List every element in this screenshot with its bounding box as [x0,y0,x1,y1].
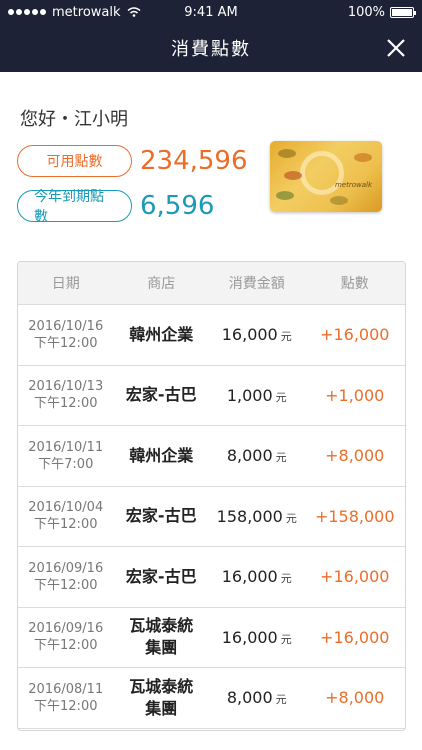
table-row[interactable]: 2016/10/13 下午12:00 宏家-古巴 1,000 元 +1,000 [18,366,405,426]
row-store: 宏家-古巴 [114,505,210,527]
header-date: 日期 [51,276,80,292]
row-amount-value: 16,000 [221,325,278,345]
row-date-day: 2016/09/16 [28,560,104,576]
nav-bar: 消費點數 [0,24,422,72]
table-row[interactable]: 2016/10/04 下午12:00 宏家-古巴 158,000 元 +158,000 [18,487,405,547]
table-row[interactable]: 2016/09/16 下午12:00 宏家-古巴 16,000 元 +16,000 [18,547,405,608]
row-date: 2016/10/04 下午12:00 [18,499,114,533]
points-history-table: 日期 商店 消費金額 點數 2016/10/16 下午12:00 韓州企業 16,00… [17,261,406,731]
row-points: +16,000 [320,627,390,647]
row-amount-unit: 元 [275,451,287,465]
member-card-image: metrowalk [270,141,382,212]
row-store: 瓦城泰統 集團 [114,676,210,720]
row-amount-unit: 元 [280,572,292,586]
row-date-day: 2016/08/11 [28,681,104,697]
row-store: 瓦城泰統 集團 [114,615,210,659]
header-amount: 消費金額 [228,276,285,292]
row-date: 2016/10/11 下午7:00 [18,439,114,473]
row-amount-unit: 元 [280,330,292,344]
row-date-day: 2016/10/16 [28,318,104,334]
row-points: +158,000 [314,506,395,526]
battery-percent: 100% [347,4,385,20]
available-points-value: 234,596 [140,146,248,176]
row-points: +8,000 [325,688,385,708]
expiring-points-value: 6,596 [140,191,215,221]
row-amount-unit: 元 [275,693,287,707]
available-points-row: 可用點數 234,596 [17,145,248,177]
row-amount: 1,000 元 [209,386,305,405]
table-body: 2016/10/16 下午12:00 韓州企業 16,000 元 +16,000 2016/… [18,305,405,729]
row-store-name: 瓦城泰統 [129,616,194,636]
wifi-icon [127,7,140,17]
header-points: 點數 [340,276,369,292]
row-points: +8,000 [325,446,385,466]
row-amount-value: 8,000 [226,446,273,466]
row-date-time: 下午12:00 [34,517,98,533]
greeting-text: 您好・江小明 [20,109,128,130]
row-store-name: 瓦城泰統 [129,676,194,696]
row-amount-value: 16,000 [221,567,278,587]
row-date-day: 2016/10/04 [28,500,104,516]
table-header: 日期 商店 消費金額 點數 [18,262,405,305]
status-right: 100% [347,4,416,20]
table-row[interactable]: 2016/10/16 下午12:00 韓州企業 16,000 元 +16,000 [18,305,405,366]
row-store-name-line2: 集團 [145,638,178,658]
page-title: 消費點數 [171,39,251,60]
row-date-day: 2016/09/16 [28,621,104,637]
row-store: 韓州企業 [114,445,210,467]
row-amount-unit: 元 [275,390,287,404]
row-amount: 16,000 元 [209,325,305,344]
row-date: 2016/08/11 下午12:00 [18,681,114,715]
status-left: metrowalk [8,5,141,20]
table-row[interactable]: 2016/09/16 下午12:00 瓦城泰統 集團 16,000 元 +16,000 [18,608,405,668]
row-store-name: 宏家-古巴 [125,506,197,526]
row-amount: 8,000 元 [209,446,305,465]
row-date: 2016/10/13 下午12:00 [18,378,114,412]
row-date: 2016/10/16 下午12:00 [18,318,114,352]
expiring-points-row: 今年到期點數 6,596 [17,189,215,225]
row-amount: 8,000 元 [209,688,305,707]
row-date-day: 2016/10/11 [28,439,104,455]
carrier-name: metrowalk [52,4,121,20]
table-row[interactable]: 2016/08/11 下午12:00 瓦城泰統 集團 8,000 元 +8,000 [18,668,405,729]
row-store-name: 韓州企業 [129,324,194,344]
row-amount-value: 158,000 [216,506,283,526]
row-amount-value: 1,000 [226,385,273,405]
row-store-name: 宏家-古巴 [125,385,197,405]
battery-icon [390,6,416,18]
row-amount-unit: 元 [285,511,297,525]
row-date-day: 2016/10/13 [28,379,104,395]
table-row[interactable]: 2016/10/11 下午7:00 韓州企業 8,000 元 +8,000 [18,426,405,487]
row-points: +16,000 [320,567,390,587]
signal-strength-icon [8,9,46,15]
row-amount-unit: 元 [280,632,292,646]
row-amount: 16,000 元 [209,567,305,586]
row-date-time: 下午7:00 [38,456,94,472]
row-date-time: 下午12:00 [34,698,98,714]
row-store-name: 宏家-古巴 [125,566,197,586]
close-icon[interactable] [382,34,410,62]
card-logo: metrowalk [334,181,372,189]
available-points-label[interactable]: 可用點數 [17,145,132,177]
row-store: 韓州企業 [114,324,210,346]
row-amount: 16,000 元 [209,628,305,647]
row-store-name: 韓州企業 [129,445,194,465]
row-points: +1,000 [325,385,385,405]
row-date-time: 下午12:00 [34,335,98,351]
row-amount: 158,000 元 [209,507,305,526]
row-points: +16,000 [320,325,390,345]
row-amount-value: 8,000 [226,688,273,708]
row-date-time: 下午12:00 [34,638,98,654]
row-date-time: 下午12:00 [34,396,98,412]
expiring-points-label[interactable]: 今年到期點數 [17,189,132,225]
header-store: 商店 [147,276,176,292]
row-date: 2016/09/16 下午12:00 [18,620,114,654]
row-store: 宏家-古巴 [114,384,210,406]
row-store: 宏家-古巴 [114,566,210,588]
row-date-time: 下午12:00 [34,577,98,593]
row-store-name-line2: 集團 [145,698,178,718]
status-bar: metrowalk 9:41 AM 100% [0,0,422,24]
row-date: 2016/09/16 下午12:00 [18,560,114,594]
row-amount-value: 16,000 [221,627,278,647]
